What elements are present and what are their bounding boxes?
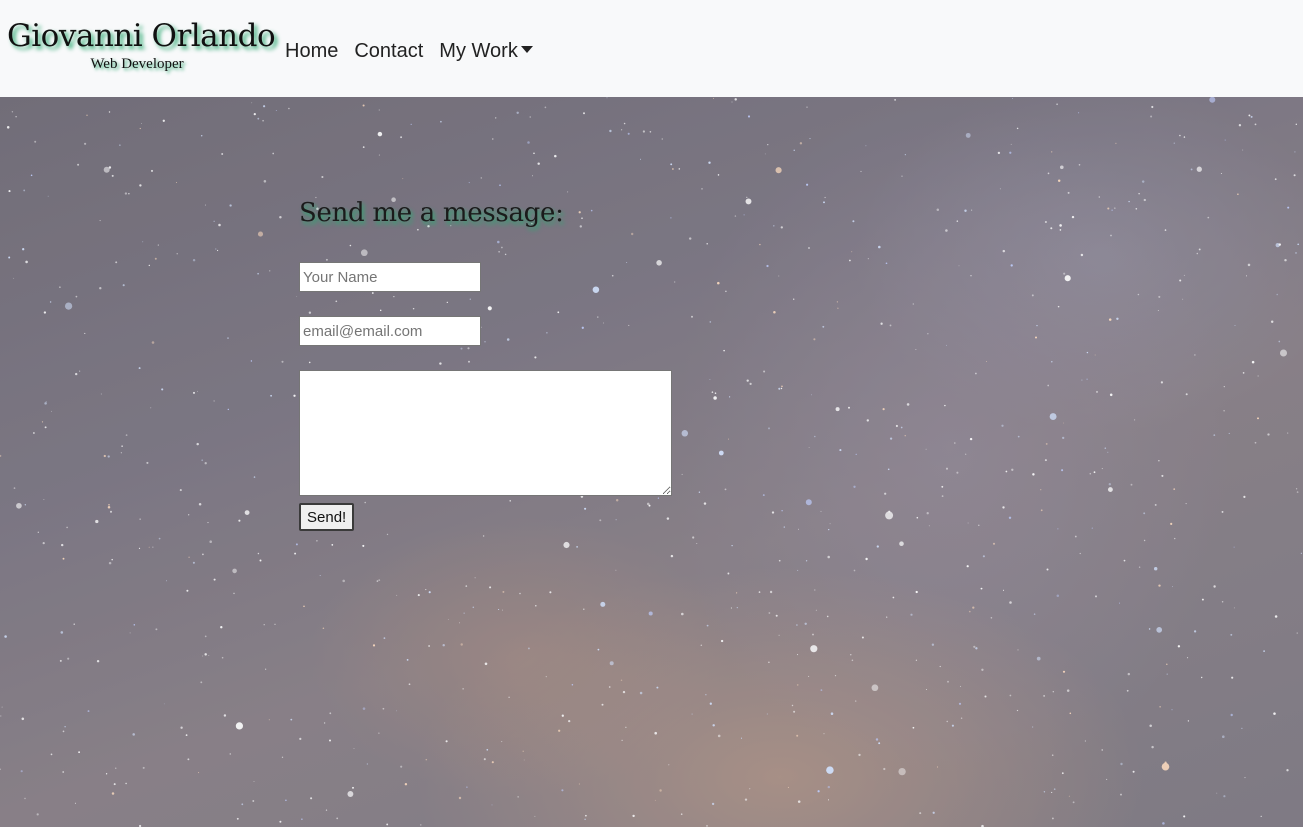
nav-my-work-label: My Work [439, 40, 518, 62]
send-button[interactable]: Send! [299, 503, 355, 531]
nav-home-link[interactable]: Home [285, 38, 338, 64]
form-title: Send me a message: [299, 198, 564, 228]
nav-my-work-dropdown[interactable]: My Work [439, 38, 533, 64]
nav-links: Home Contact My Work [285, 38, 549, 64]
brand[interactable]: Giovanni Orlando Web Developer [7, 17, 276, 73]
nav-contact-link[interactable]: Contact [354, 38, 423, 64]
message-textarea[interactable] [299, 370, 672, 496]
navbar: Giovanni Orlando Web Developer Home Cont… [0, 0, 1303, 97]
caret-down-icon [520, 46, 533, 53]
brand-name: Giovanni Orlando [7, 18, 276, 54]
name-input[interactable] [299, 262, 481, 292]
email-input[interactable] [299, 316, 481, 346]
brand-subtitle: Web Developer [90, 56, 184, 72]
